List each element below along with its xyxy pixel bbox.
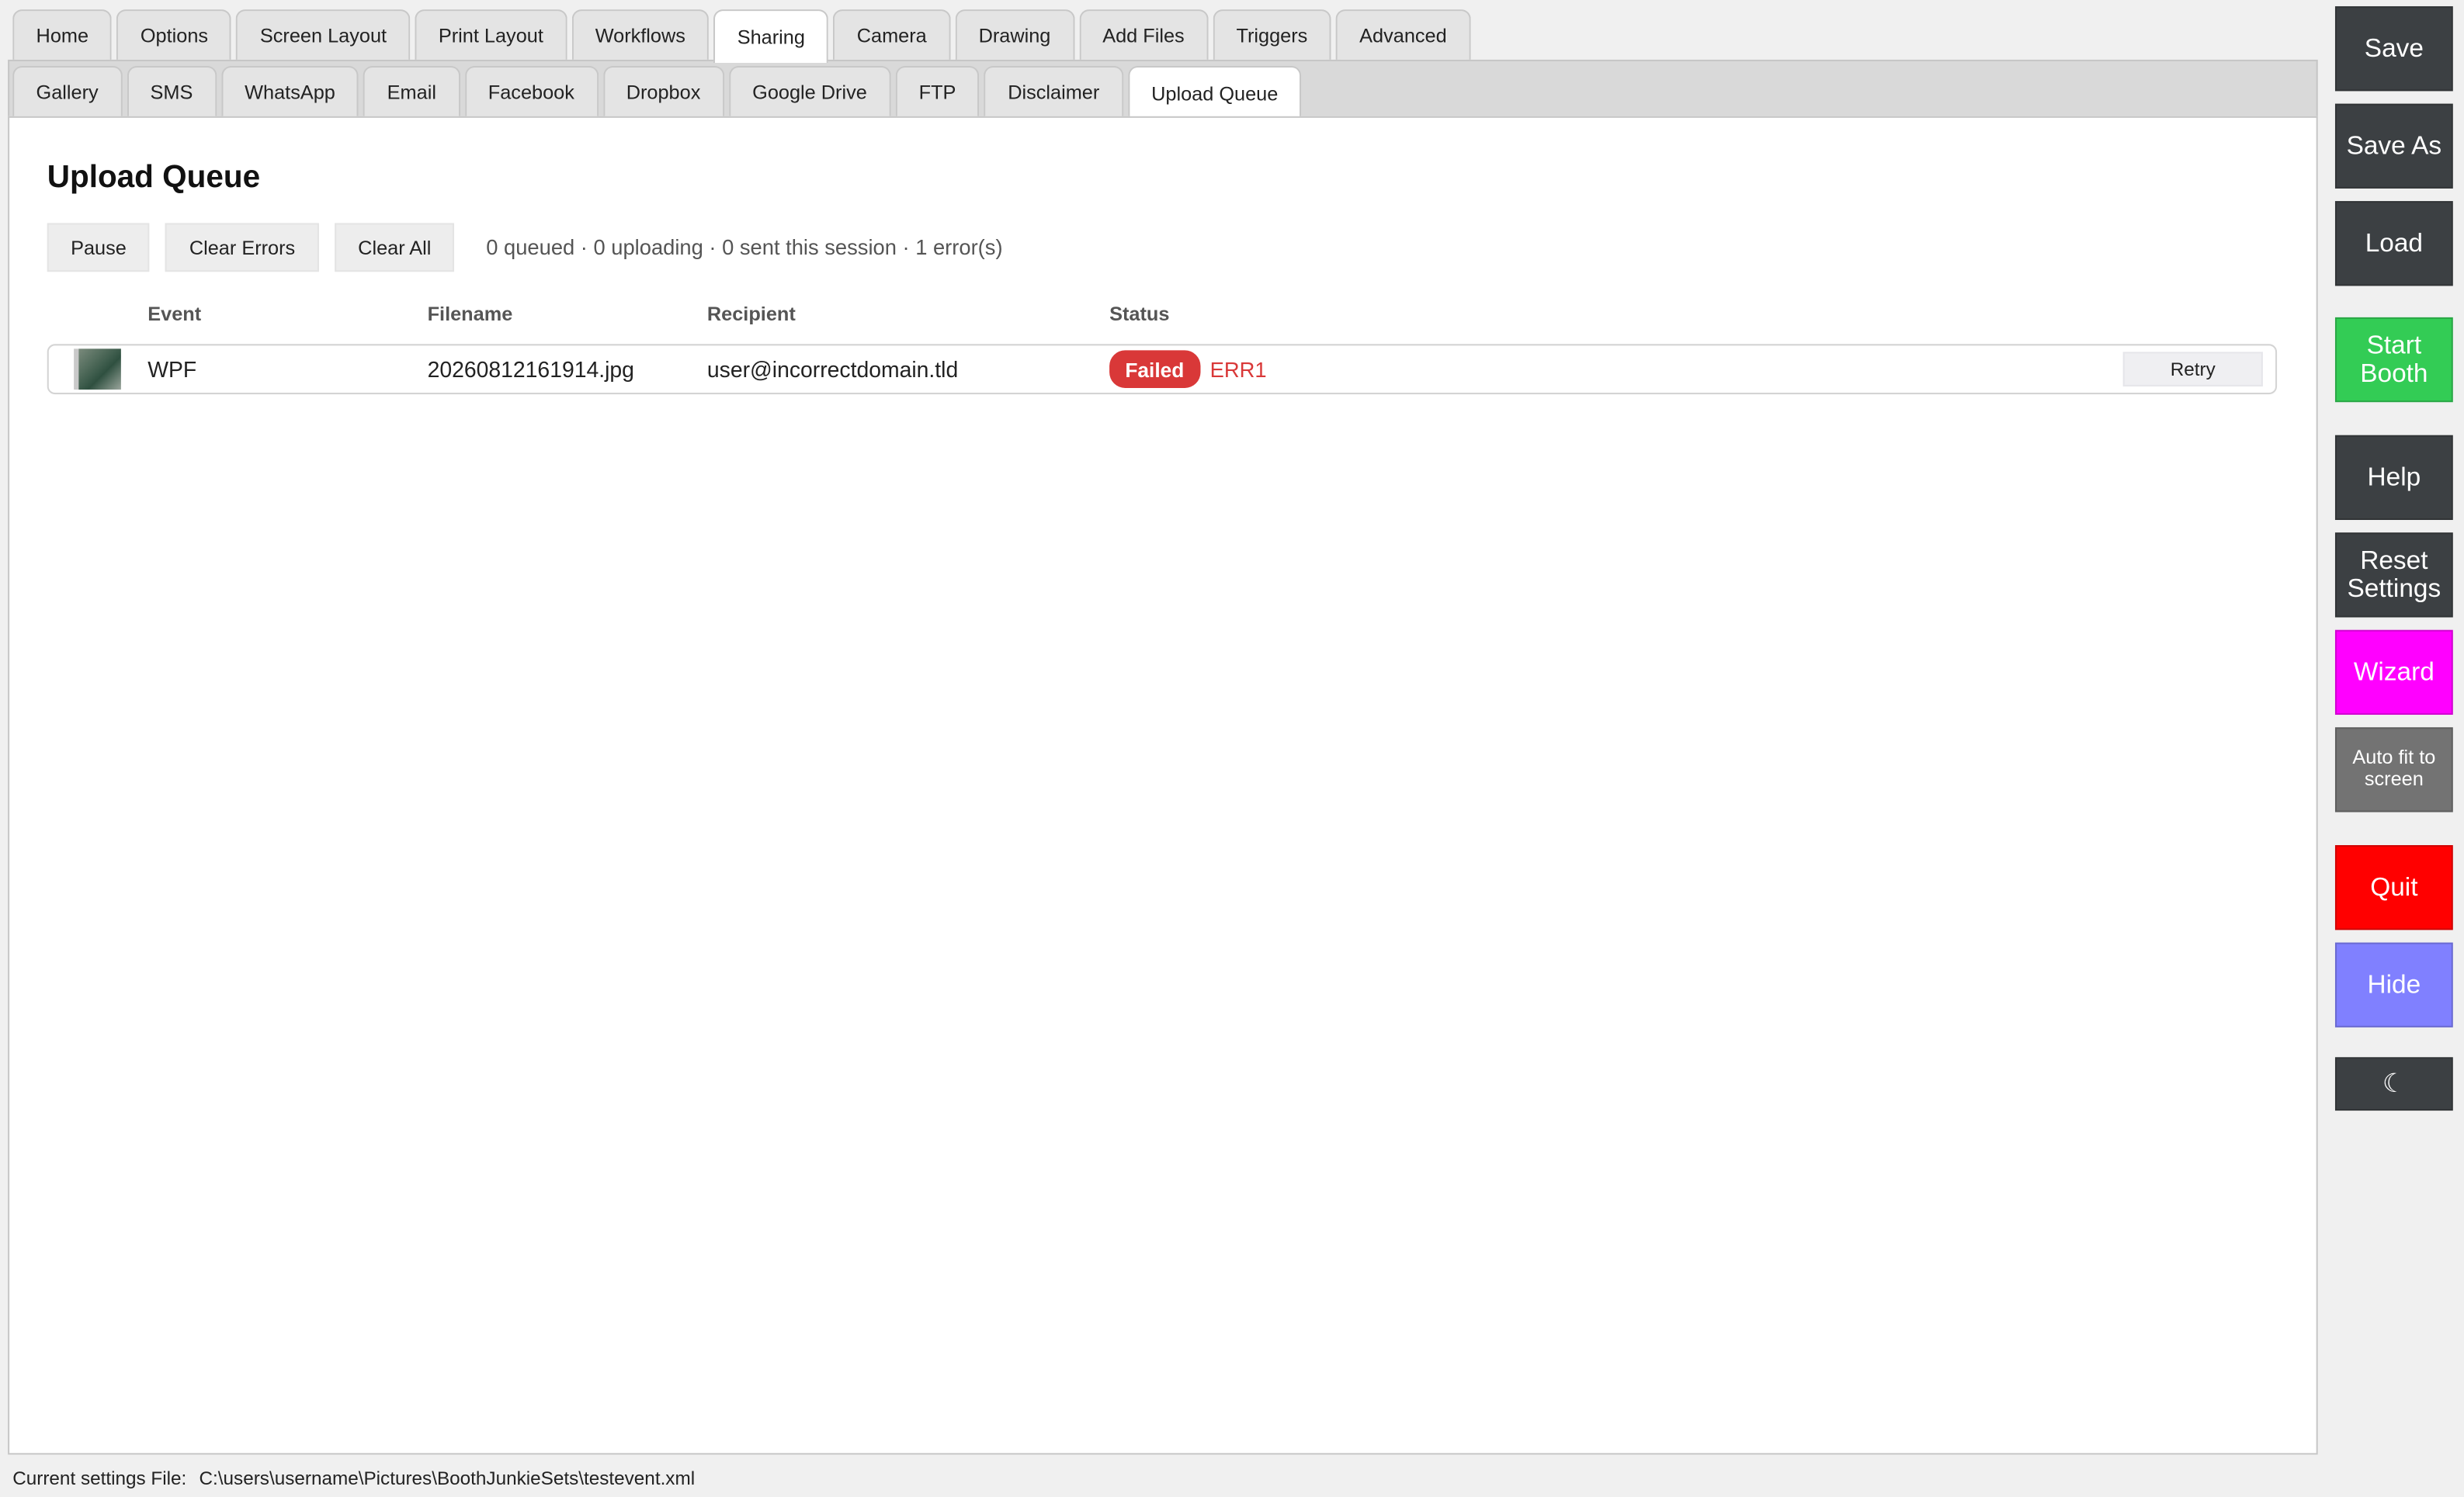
queue-summary: 0 queued · 0 uploading · 0 sent this ses… (486, 235, 1003, 259)
status-bar: Current settings File: C:\users\username\… (12, 1468, 695, 1489)
status-badge: Failed (1109, 350, 1200, 388)
clear-errors-button[interactable]: Clear Errors (165, 223, 319, 272)
tab-print-layout[interactable]: Print Layout (415, 9, 567, 60)
settings-file-path: C:\users\username\Pictures\BoothJunkieSe… (199, 1467, 696, 1489)
column-header-recipient: Recipient (706, 303, 796, 326)
start-booth-button[interactable]: Start Booth (2334, 317, 2453, 403)
tab-drawing[interactable]: Drawing (955, 9, 1074, 60)
save-button[interactable]: Save (2334, 6, 2453, 92)
tab-triggers[interactable]: Triggers (1213, 9, 1331, 60)
column-header-filename: Filename (427, 303, 513, 326)
page-title: Upload Queue (47, 160, 261, 196)
clear-all-button[interactable]: Clear All (334, 223, 455, 272)
subtab-email[interactable]: Email (363, 66, 460, 116)
save-as-button[interactable]: Save As (2334, 103, 2453, 189)
settings-area: Home Options Screen Layout Print Layout … (0, 0, 2324, 1489)
sharing-sub-tab-bar: Gallery SMS WhatsApp Email Facebook Drop… (12, 66, 1302, 120)
load-button[interactable]: Load (2334, 201, 2453, 286)
help-button[interactable]: Help (2334, 435, 2453, 521)
row-event: WPF (147, 356, 197, 382)
settings-file-label: Current settings File: (12, 1467, 187, 1489)
subtab-disclaimer[interactable]: Disclaimer (984, 66, 1123, 116)
table-row: WPF 20260812161914.jpg user@incorrectdom… (47, 344, 2278, 395)
pause-button[interactable]: Pause (47, 223, 151, 272)
reset-settings-button[interactable]: Reset Settings (2334, 532, 2453, 618)
row-filename: 20260812161914.jpg (427, 356, 634, 382)
subtab-ftp[interactable]: FTP (895, 66, 980, 116)
subtab-upload-queue[interactable]: Upload Queue (1127, 66, 1302, 120)
wizard-button[interactable]: Wizard (2334, 629, 2453, 716)
tab-add-files[interactable]: Add Files (1078, 9, 1209, 60)
subtab-gallery[interactable]: Gallery (12, 66, 123, 116)
queue-toolbar: Pause Clear Errors Clear All 0 queued · … (47, 223, 1003, 272)
hide-button[interactable]: Hide (2334, 942, 2453, 1027)
auto-fit-button[interactable]: Auto fit to screen (2334, 727, 2453, 813)
tab-workflows[interactable]: Workflows (571, 9, 710, 60)
tab-home[interactable]: Home (12, 9, 113, 60)
subtab-sms[interactable]: SMS (127, 66, 217, 116)
row-recipient: user@incorrectdomain.tld (706, 356, 959, 382)
side-button-panel: Save Save As Load Start Booth Help Reset… (2323, 0, 2464, 1497)
column-header-status: Status (1109, 303, 1170, 326)
tab-sharing[interactable]: Sharing (713, 9, 829, 63)
tab-camera[interactable]: Camera (833, 9, 951, 60)
subtab-google-drive[interactable]: Google Drive (728, 66, 891, 116)
quit-button[interactable]: Quit (2334, 845, 2453, 930)
subtab-dropbox[interactable]: Dropbox (602, 66, 724, 116)
upload-queue-panel: Upload Queue Pause Clear Errors Clear Al… (8, 116, 2318, 1455)
photo-thumbnail (74, 348, 121, 390)
tab-screen-layout[interactable]: Screen Layout (236, 9, 411, 60)
tab-advanced[interactable]: Advanced (1335, 9, 1471, 60)
error-code: ERR1 (1209, 357, 1267, 381)
main-tab-bar: Home Options Screen Layout Print Layout … (12, 9, 1471, 63)
tab-options[interactable]: Options (116, 9, 232, 60)
column-header-event: Event (147, 303, 202, 326)
retry-button[interactable]: Retry (2122, 352, 2263, 386)
subtab-whatsapp[interactable]: WhatsApp (220, 66, 359, 116)
subtab-facebook[interactable]: Facebook (464, 66, 599, 116)
app-window: Home Options Screen Layout Print Layout … (0, 0, 2464, 1497)
moon-icon[interactable]: ☾ (2334, 1057, 2453, 1111)
